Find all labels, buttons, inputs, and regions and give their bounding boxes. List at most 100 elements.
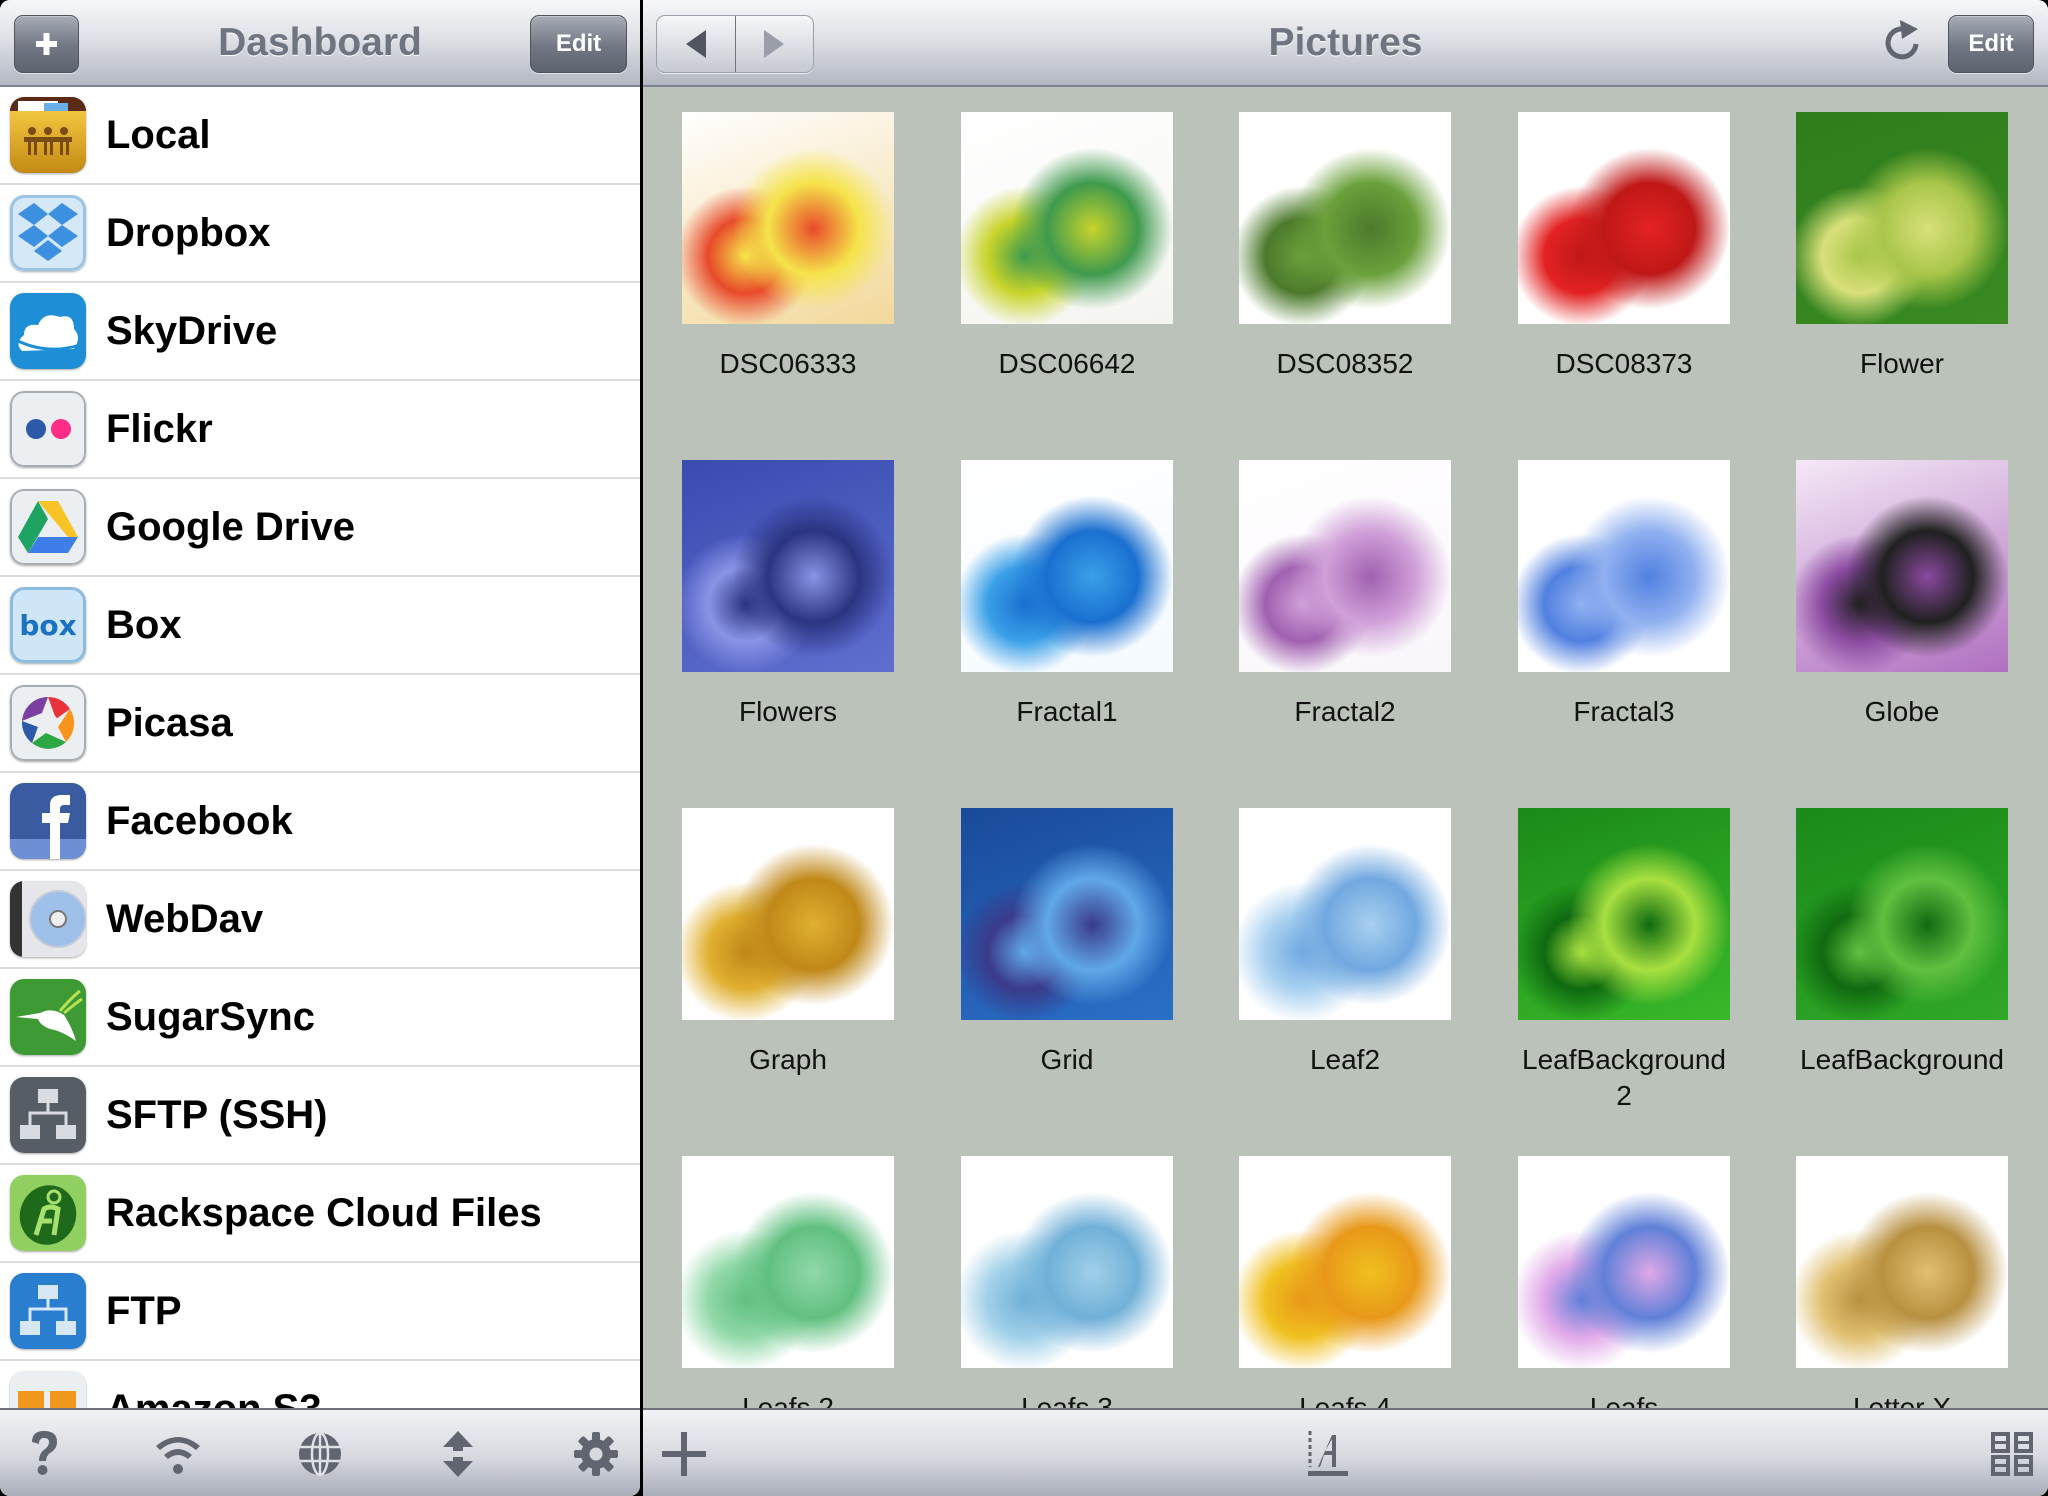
service-label: Flickr: [106, 407, 213, 451]
service-row-ftp[interactable]: FTP: [0, 1263, 640, 1361]
picture-thumbnail: [1796, 808, 2008, 1020]
picture-name: Leafs 3: [1021, 1392, 1113, 1408]
picture-item[interactable]: Fractal1: [936, 460, 1198, 730]
picture-item[interactable]: Globe: [1771, 460, 2033, 730]
dashboard-navbar: Dashboard Edit: [0, 0, 640, 87]
picture-name: Fractal1: [1016, 696, 1118, 727]
sugarsync-icon: [10, 979, 86, 1055]
picture-item[interactable]: Fractal3: [1493, 460, 1755, 730]
dashboard-edit-button[interactable]: Edit: [530, 15, 627, 73]
picture-item[interactable]: LeafBackground: [1771, 808, 2033, 1078]
picture-item[interactable]: Graph: [657, 808, 919, 1078]
service-label: WebDav: [106, 897, 264, 941]
picture-item[interactable]: Leafs: [1493, 1156, 1755, 1408]
service-label: Rackspace Cloud Files: [106, 1191, 542, 1235]
picture-item[interactable]: DSC08373: [1493, 112, 1755, 382]
grid-view-icon[interactable]: [1986, 1428, 2038, 1480]
picture-item[interactable]: Leafs 2: [657, 1156, 919, 1408]
picture-item[interactable]: DSC08352: [1214, 112, 1476, 382]
picture-thumbnail: [1796, 460, 2008, 672]
picture-thumbnail: [961, 1156, 1173, 1368]
pictures-title: Pictures: [1268, 21, 1423, 64]
picture-thumbnail: [1796, 1156, 2008, 1368]
svg-text:box: box: [19, 609, 76, 642]
history-navigation: [656, 15, 814, 73]
picture-thumbnail: [682, 112, 894, 324]
picture-thumbnail: [961, 808, 1173, 1020]
service-row-box[interactable]: box Box: [0, 577, 640, 675]
back-button[interactable]: [657, 16, 736, 72]
add-icon[interactable]: [658, 1428, 710, 1480]
service-row-skydrive[interactable]: SkyDrive: [0, 283, 640, 381]
pictures-edit-button[interactable]: Edit: [1948, 15, 2034, 73]
service-row-sugarsync[interactable]: SugarSync: [0, 969, 640, 1067]
picture-item[interactable]: Flower: [1771, 112, 2033, 382]
dashboard-toolbar: [0, 1408, 640, 1496]
webdav-icon: [10, 881, 86, 957]
service-label: SFTP (SSH): [106, 1093, 328, 1137]
picture-name: Letter X: [1852, 1392, 1952, 1408]
back-arrow-icon: [685, 30, 706, 58]
flickr-icon: [10, 391, 86, 467]
pictures-navbar: Pictures Edit: [643, 0, 2048, 87]
service-label: Amazon S3: [106, 1361, 322, 1408]
service-row-picasa[interactable]: Picasa: [0, 675, 640, 773]
picture-item[interactable]: Leaf2: [1214, 808, 1476, 1078]
service-label: Dropbox: [106, 211, 271, 255]
picture-thumbnail: [1518, 808, 1730, 1020]
add-service-button[interactable]: [14, 15, 79, 73]
picture-thumbnail: [682, 460, 894, 672]
picture-thumbnail: [1518, 1156, 1730, 1368]
text-format-icon[interactable]: [1303, 1428, 1355, 1480]
picture-item[interactable]: Flowers: [657, 460, 919, 730]
google-drive-icon: [10, 489, 86, 565]
picture-name: Grid: [1040, 1044, 1094, 1075]
globe-icon[interactable]: [294, 1428, 346, 1480]
picture-item[interactable]: DSC06642: [936, 112, 1198, 382]
picture-thumbnail: [1518, 460, 1730, 672]
service-row-google-drive[interactable]: Google Drive: [0, 479, 640, 577]
refresh-icon: [1885, 20, 1919, 60]
picture-name: DSC06333: [719, 348, 857, 379]
pictures-toolbar: [643, 1408, 2048, 1496]
picture-thumbnail: [961, 112, 1173, 324]
settings-gear-icon[interactable]: [570, 1428, 622, 1480]
forward-arrow-icon: [764, 30, 785, 58]
picture-name: Leaf2: [1309, 1044, 1381, 1075]
forward-button[interactable]: [736, 16, 814, 72]
service-row-webdav[interactable]: WebDav: [0, 871, 640, 969]
dashboard-pane: Dashboard Edit Local Dropbox SkyDrive Flick…: [0, 0, 640, 1496]
picture-item[interactable]: DSC06333: [657, 112, 919, 382]
picture-item[interactable]: Leafs 3: [936, 1156, 1198, 1408]
service-row-amazon-s3[interactable]: Amazon S3: [0, 1361, 640, 1408]
service-row-sftp-ssh[interactable]: SFTP (SSH): [0, 1067, 640, 1165]
service-row-flickr[interactable]: Flickr: [0, 381, 640, 479]
service-row-rackspace-cloud-files[interactable]: Rackspace Cloud Files: [0, 1165, 640, 1263]
picture-item[interactable]: Grid: [936, 808, 1198, 1078]
picture-item[interactable]: Leafs 4: [1214, 1156, 1476, 1408]
picture-name: Flower: [1859, 348, 1944, 379]
service-label: Box: [106, 603, 182, 647]
picture-thumbnail: [1239, 1156, 1451, 1368]
dropbox-icon: [10, 195, 86, 271]
picture-thumbnail: [961, 460, 1173, 672]
picture-name: Globe: [1864, 696, 1940, 727]
picture-thumbnail: [1239, 808, 1451, 1020]
service-label: FTP: [106, 1289, 182, 1333]
picture-item[interactable]: LeafBackground 2: [1493, 808, 1755, 1114]
wifi-icon[interactable]: [152, 1428, 204, 1480]
picture-grid: DSC06333 DSC06642 DSC08352 DSC08373 Flower Fl…: [643, 87, 2048, 1408]
service-row-local[interactable]: Local: [0, 87, 640, 185]
picture-name: Flowers: [738, 696, 837, 727]
picasa-icon: [10, 685, 86, 761]
service-list: Local Dropbox SkyDrive Flickr Google Drive bo…: [0, 87, 640, 1408]
service-row-dropbox[interactable]: Dropbox: [0, 185, 640, 283]
picture-item[interactable]: Fractal2: [1214, 460, 1476, 730]
help-icon[interactable]: [18, 1428, 70, 1480]
transfer-icon[interactable]: [432, 1428, 484, 1480]
service-row-facebook[interactable]: Facebook: [0, 773, 640, 871]
picture-thumbnail: [682, 808, 894, 1020]
picture-name: DSC06642: [998, 348, 1136, 379]
picture-item[interactable]: Letter X: [1771, 1156, 2033, 1408]
refresh-button[interactable]: [1880, 20, 1926, 66]
